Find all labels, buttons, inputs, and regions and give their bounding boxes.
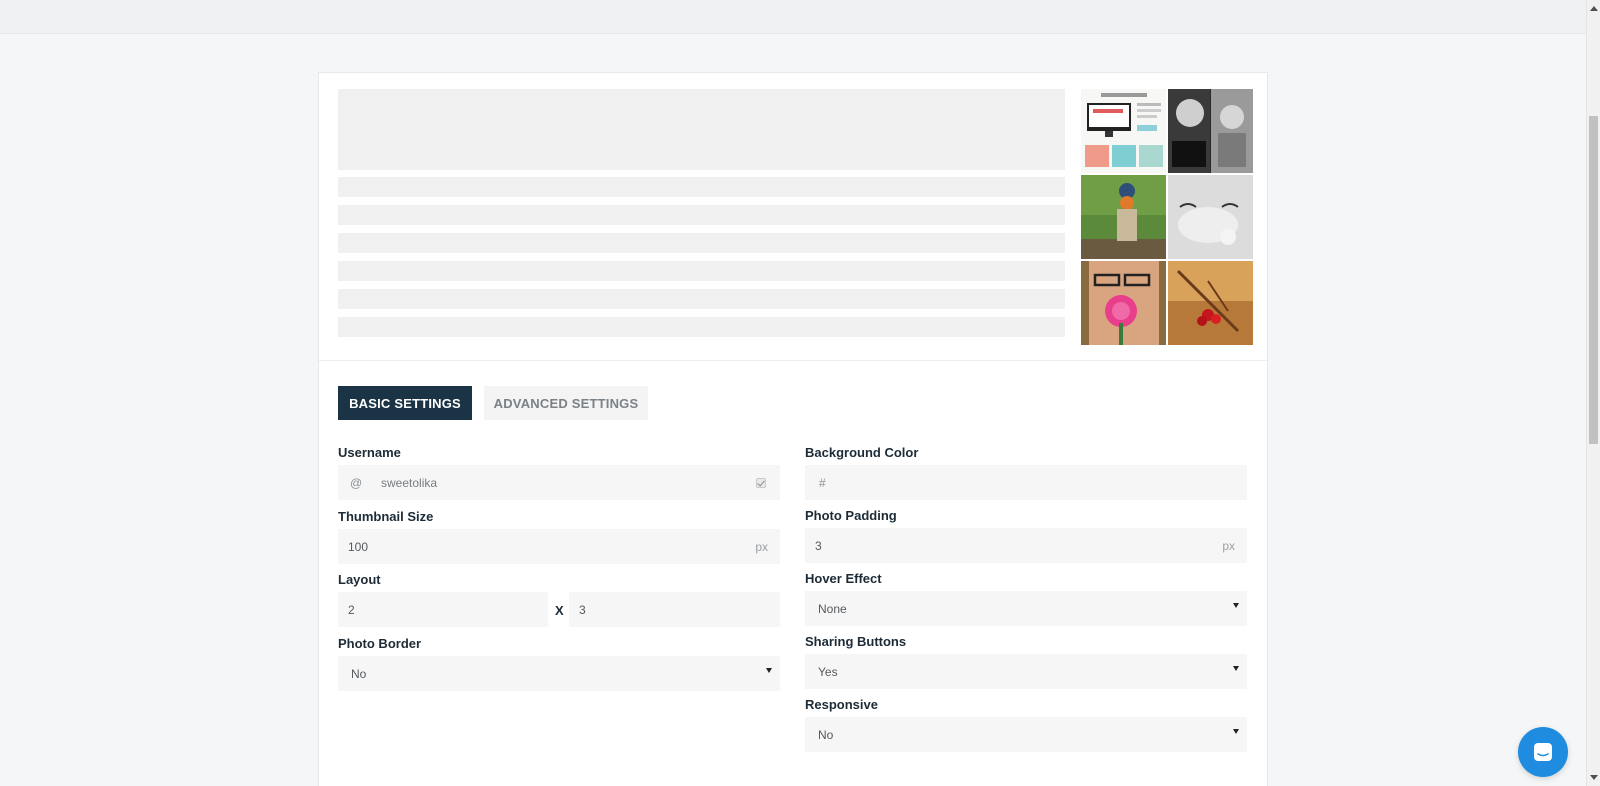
photo-border-value: No — [351, 666, 367, 681]
check-icon[interactable] — [756, 478, 766, 488]
photo-padding-value[interactable]: 3 — [805, 539, 822, 553]
photo-padding-input[interactable]: 3 px — [805, 528, 1247, 563]
preview-placeholder-line — [338, 261, 1065, 281]
preview-placeholder-line — [338, 177, 1065, 197]
preview-placeholder-line — [338, 289, 1065, 309]
hover-effect-select[interactable]: None — [805, 591, 1247, 626]
chevron-down-icon — [1233, 603, 1239, 608]
tab-advanced-settings[interactable]: ADVANCED SETTINGS — [484, 386, 648, 420]
scroll-up-icon[interactable] — [1590, 6, 1598, 11]
section-divider — [319, 360, 1267, 361]
photo-padding-label: Photo Padding — [805, 508, 897, 523]
thumbnail-size-label: Thumbnail Size — [338, 509, 434, 524]
chat-icon — [1534, 743, 1552, 761]
px-suffix: px — [755, 539, 768, 554]
scroll-down-icon[interactable] — [1590, 775, 1598, 780]
scroll-thumb[interactable] — [1589, 116, 1598, 444]
photo-thumbnail[interactable] — [1168, 89, 1253, 173]
tab-basic-settings[interactable]: BASIC SETTINGS — [338, 386, 472, 420]
chevron-down-icon — [1233, 729, 1239, 734]
hover-effect-label: Hover Effect — [805, 571, 882, 586]
chevron-down-icon — [1233, 666, 1239, 671]
username-value[interactable]: sweetolika — [381, 476, 437, 490]
sharing-buttons-value: Yes — [818, 664, 838, 679]
hover-effect-value: None — [818, 601, 847, 616]
page-scrollbar[interactable] — [1586, 0, 1600, 786]
widget-settings-card: BASIC SETTINGS ADVANCED SETTINGS Usernam… — [318, 72, 1268, 786]
layout-rows-value[interactable]: 3 — [569, 603, 586, 617]
preview-placeholder-line — [338, 233, 1065, 253]
photo-thumbnail[interactable] — [1081, 89, 1166, 173]
thumbnail-size-input[interactable]: 100 px — [338, 529, 780, 564]
background-color-label: Background Color — [805, 445, 919, 460]
thumbnail-size-value[interactable]: 100 — [338, 540, 368, 554]
layout-cols-value[interactable]: 2 — [338, 603, 355, 617]
sharing-buttons-select[interactable]: Yes — [805, 654, 1247, 689]
layout-label: Layout — [338, 572, 381, 587]
preview-placeholder-line — [338, 317, 1065, 337]
photo-border-select[interactable]: No — [338, 656, 780, 691]
username-field[interactable]: @ sweetolika — [338, 465, 780, 500]
layout-cols-input[interactable]: 2 — [338, 592, 548, 627]
preview-placeholder-block — [338, 89, 1065, 170]
photo-thumbnail[interactable] — [1168, 175, 1253, 259]
preview-placeholder-line — [338, 205, 1065, 225]
background-color-placeholder: # — [819, 475, 826, 490]
photo-thumbnail[interactable] — [1081, 261, 1166, 345]
photo-border-label: Photo Border — [338, 636, 422, 651]
layout-separator: X — [555, 603, 564, 618]
at-prefix: @ — [350, 475, 363, 490]
layout-rows-input[interactable]: 3 — [569, 592, 780, 627]
photo-thumbnail[interactable] — [1168, 261, 1253, 345]
top-bar — [0, 0, 1586, 34]
sharing-buttons-label: Sharing Buttons — [805, 634, 907, 649]
responsive-value: No — [818, 727, 834, 742]
chevron-down-icon — [766, 668, 772, 673]
responsive-label: Responsive — [805, 697, 878, 712]
instagram-photo-grid — [1081, 89, 1253, 349]
px-suffix: px — [1222, 538, 1235, 553]
background-color-input[interactable]: # — [805, 465, 1247, 500]
username-label: Username — [338, 445, 401, 460]
chat-button[interactable] — [1518, 727, 1568, 777]
photo-thumbnail[interactable] — [1081, 175, 1166, 259]
responsive-select[interactable]: No — [805, 717, 1247, 752]
